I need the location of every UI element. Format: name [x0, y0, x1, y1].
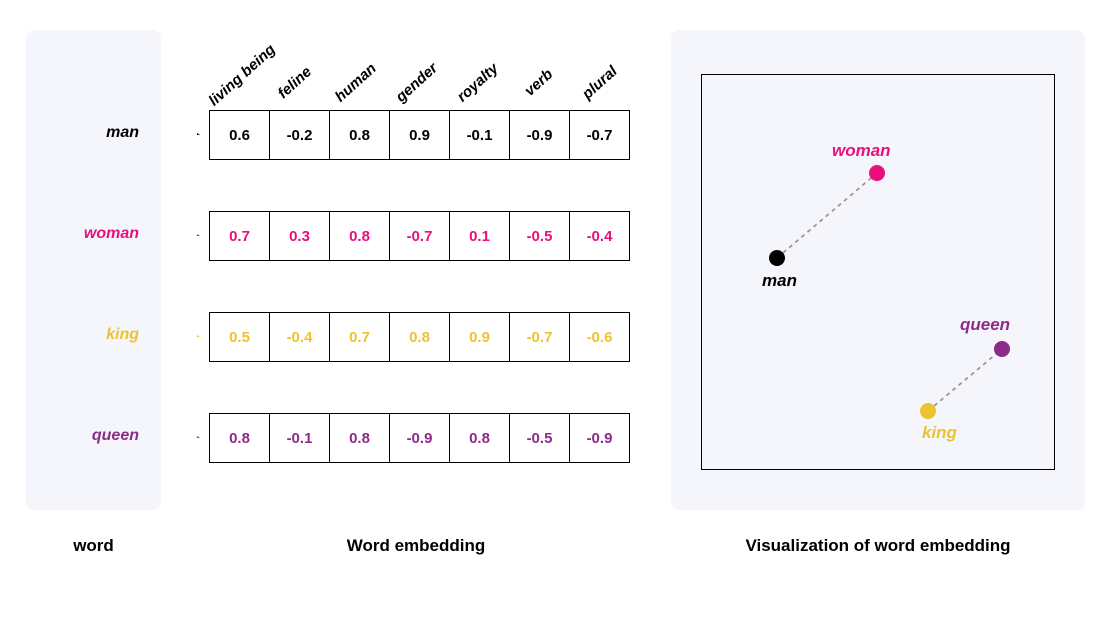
cell: -0.4 [269, 312, 330, 362]
word-label-woman: woman [84, 225, 139, 243]
point-woman [869, 165, 885, 181]
embedding-row-man: 0.6 -0.2 0.8 0.9 -0.1 -0.9 -0.7 [209, 110, 630, 160]
captions-row: word Word embedding Visualization of wor… [26, 536, 1086, 556]
connector-lines [702, 75, 1056, 471]
dim-label: feline [266, 56, 323, 109]
dim-label: living being [205, 56, 262, 109]
dim-label: plural [571, 56, 628, 109]
cell: 0.8 [209, 413, 270, 463]
visualization-panel: man woman king queen [671, 30, 1085, 510]
cell: 0.6 [209, 110, 270, 160]
caption-embedding: Word embedding [161, 536, 671, 556]
point-label-woman: woman [832, 141, 891, 161]
point-man [769, 250, 785, 266]
cell: -0.2 [269, 110, 330, 160]
cell: -0.7 [569, 110, 630, 160]
cell: 0.7 [329, 312, 390, 362]
word-label-man: man [106, 124, 139, 142]
cell: -0.6 [569, 312, 630, 362]
cell: -0.7 [389, 211, 450, 261]
cell: -0.5 [509, 413, 570, 463]
cell: 0.1 [449, 211, 510, 261]
embedding-row-king: 0.5 -0.4 0.7 0.8 0.9 -0.7 -0.6 [209, 312, 630, 362]
arrow-icon [167, 335, 203, 337]
cell: 0.7 [209, 211, 270, 261]
word-label-king: king [106, 326, 139, 344]
cell: 0.8 [389, 312, 450, 362]
dim-label: human [327, 56, 384, 109]
embedding-row-woman: 0.7 0.3 0.8 -0.7 0.1 -0.5 -0.4 [209, 211, 630, 261]
cell: 0.5 [209, 312, 270, 362]
cell: -0.5 [509, 211, 570, 261]
line-man-woman [777, 173, 877, 258]
cell: -0.1 [449, 110, 510, 160]
dim-label: verb [510, 56, 567, 109]
embedding-row-queen: 0.8 -0.1 0.8 -0.9 0.8 -0.5 -0.9 [209, 413, 630, 463]
point-label-man: man [762, 271, 797, 291]
cell: 0.8 [329, 413, 390, 463]
arrow-icon [167, 133, 203, 135]
cell: -0.9 [509, 110, 570, 160]
point-queen [994, 341, 1010, 357]
word-column-panel: man woman king queen [26, 30, 161, 510]
word-label-queen: queen [92, 427, 139, 445]
cell: 0.8 [329, 110, 390, 160]
point-label-king: king [922, 423, 957, 443]
cell: 0.3 [269, 211, 330, 261]
caption-word: word [26, 536, 161, 556]
cell: 0.8 [329, 211, 390, 261]
cell: 0.8 [449, 413, 510, 463]
cell: 0.9 [389, 110, 450, 160]
cell: -0.1 [269, 413, 330, 463]
cell: -0.4 [569, 211, 630, 261]
visualization-box: man woman king queen [701, 74, 1055, 470]
cell: -0.7 [509, 312, 570, 362]
arrow-icon [167, 436, 203, 438]
line-king-queen [928, 349, 1002, 411]
cell: -0.9 [389, 413, 450, 463]
cell: 0.9 [449, 312, 510, 362]
point-king [920, 403, 936, 419]
arrow-icon [167, 234, 203, 236]
embedding-panel: living being feline human gender royalty… [161, 30, 671, 510]
point-label-queen: queen [960, 315, 1010, 335]
dim-label: gender [388, 56, 445, 109]
dim-label: royalty [449, 56, 506, 109]
caption-viz: Visualization of word embedding [671, 536, 1085, 556]
cell: -0.9 [569, 413, 630, 463]
